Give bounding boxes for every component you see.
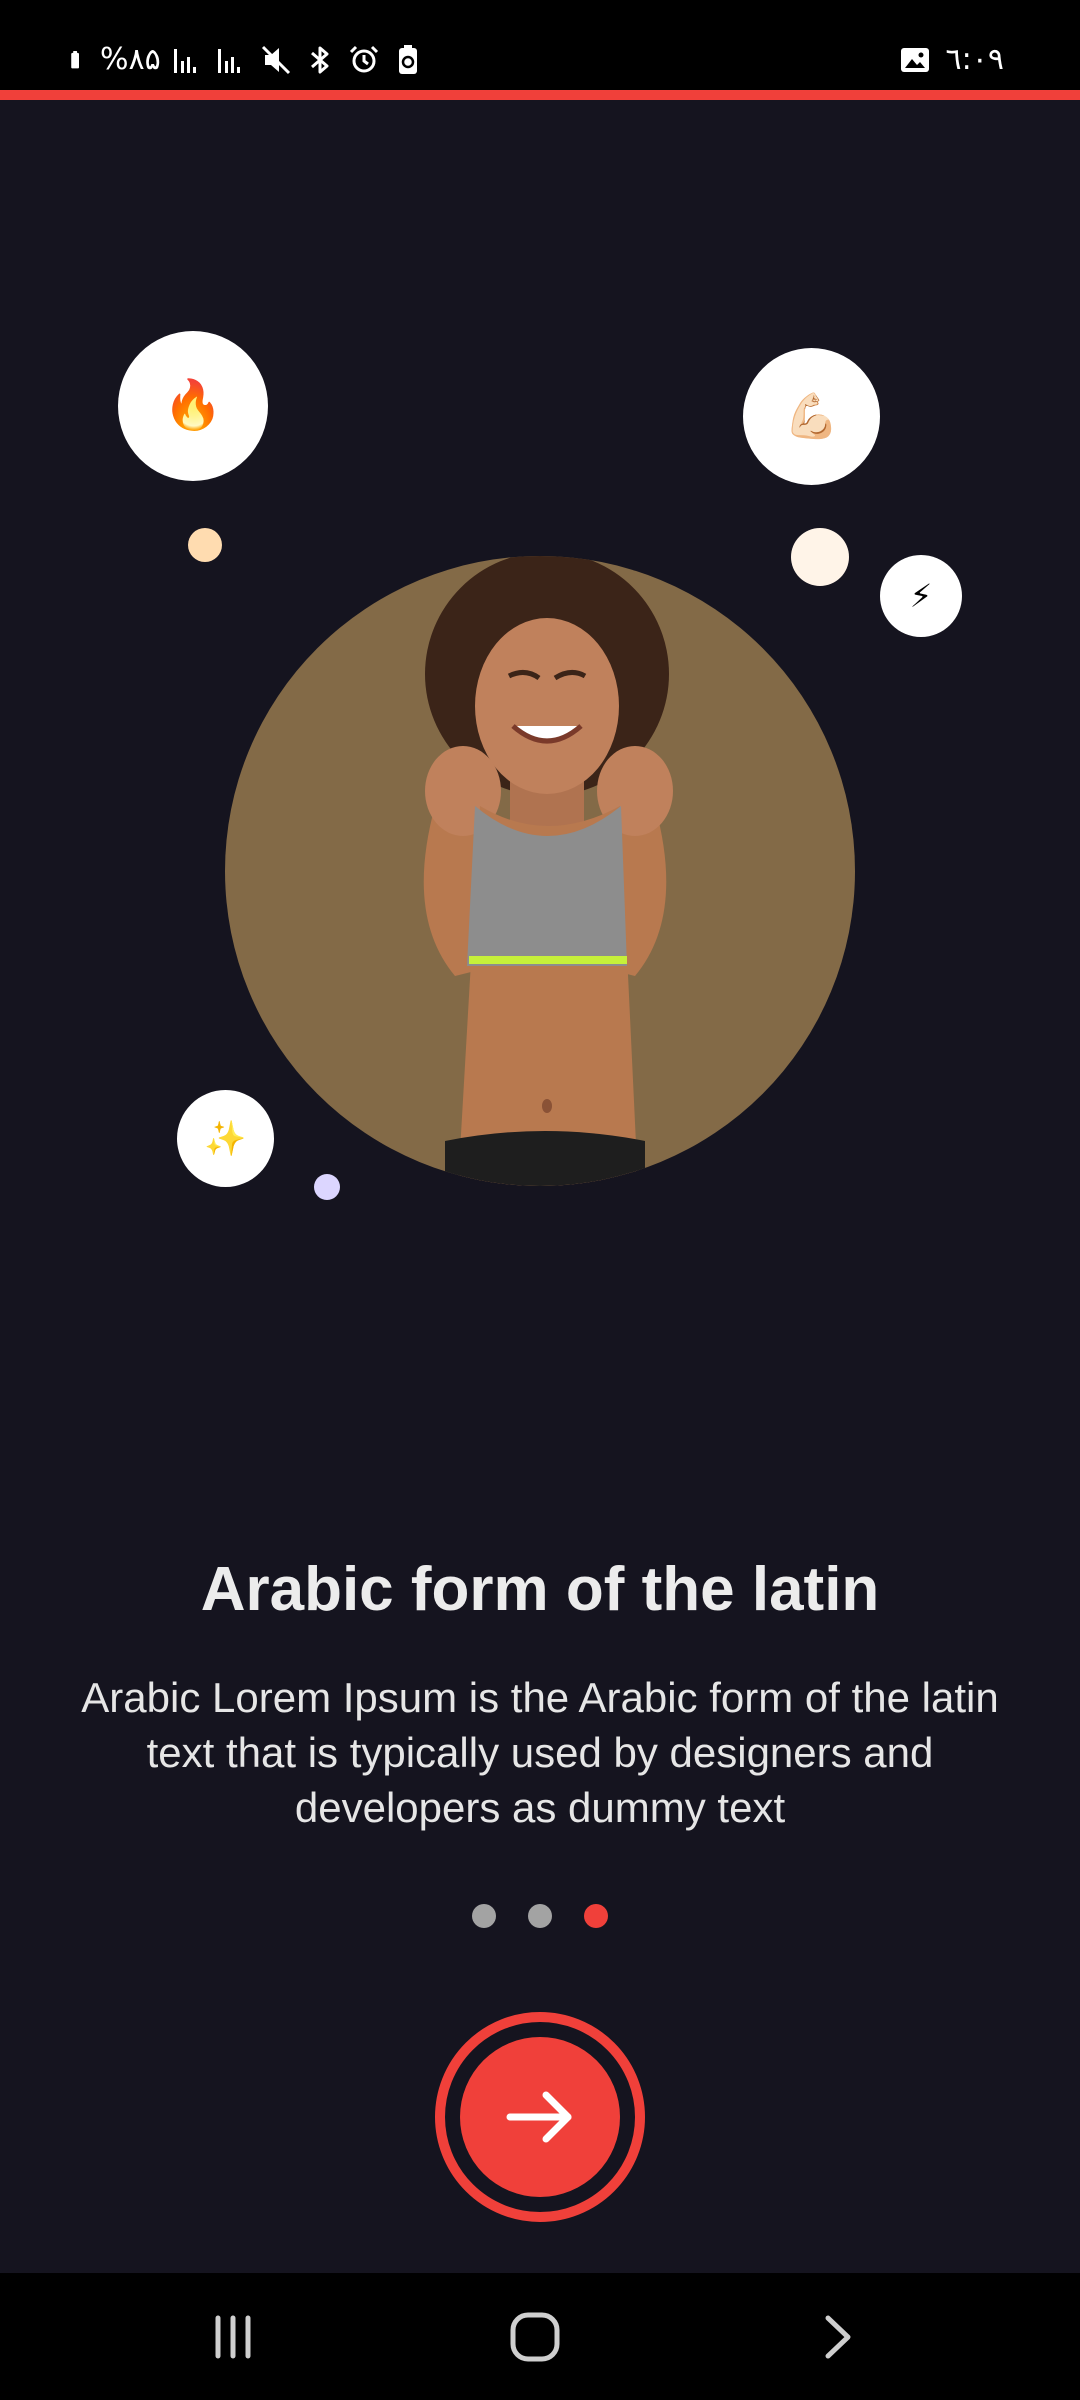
recents-icon: [215, 2315, 251, 2359]
arrow-right-icon: [506, 2091, 572, 2143]
alarm-icon: [349, 45, 378, 73]
next-button-core[interactable]: [460, 2037, 620, 2197]
battery-percent: %۸۵: [100, 42, 161, 77]
mute-icon: [261, 45, 290, 75]
lightning-icon: ⚡: [880, 555, 962, 637]
onboarding-title: Arabic form of the latin: [200, 1555, 880, 1624]
status-right: ٦:٠٩: [898, 40, 1004, 80]
sparkles-icon: ✨: [177, 1090, 274, 1187]
page-dot[interactable]: [472, 1904, 496, 1928]
signal-2-icon: [217, 49, 240, 73]
battery-saver-icon: [398, 45, 417, 74]
top-accent-line: [0, 90, 1080, 100]
status-time: ٦:٠٩: [945, 42, 1004, 77]
next-button[interactable]: [435, 2012, 645, 2222]
home-icon: [510, 2312, 560, 2362]
page-indicator: [0, 1904, 1080, 1928]
recents-button[interactable]: [193, 2299, 273, 2375]
decorative-dot: [791, 528, 849, 586]
back-button[interactable]: [797, 2299, 877, 2375]
page-dot-active[interactable]: [584, 1904, 608, 1928]
decorative-dot: [188, 528, 222, 562]
page-dot[interactable]: [528, 1904, 552, 1928]
back-icon: [825, 2315, 851, 2359]
status-bar: %۸۵ ٦:٠٩: [0, 0, 1080, 90]
status-left: %۸۵: [68, 40, 425, 80]
fire-icon: 🔥: [118, 331, 268, 481]
hero-image: [225, 556, 855, 1186]
battery-icon: [71, 50, 79, 69]
gallery-icon: [900, 48, 929, 72]
system-navigation-bar: [0, 2273, 1080, 2400]
signal-1-icon: [173, 49, 196, 73]
bluetooth-icon: [310, 46, 329, 74]
onboarding-description: Arabic Lorem Ipsum is the Arabic form of…: [81, 1674, 999, 1831]
onboarding-screen: %۸۵ ٦:٠٩ 🔥 💪🏻 ⚡ ✨ Arabic form of the lat…: [0, 0, 1080, 2400]
decorative-dot: [314, 1174, 340, 1200]
flexed-bicep-icon: 💪🏻: [743, 348, 880, 485]
home-button[interactable]: [495, 2299, 575, 2375]
woman-celebrating-illustration: [423, 556, 673, 1186]
